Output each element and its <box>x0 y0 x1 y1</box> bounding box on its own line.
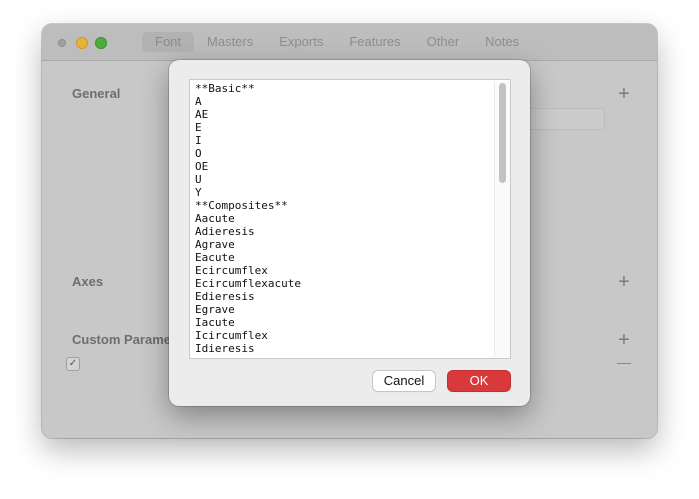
custom-parameters-add-icon[interactable]: + <box>616 330 632 350</box>
list-item: OE <box>195 160 209 173</box>
custom-parameters-section-label: Custom Parame <box>72 332 171 347</box>
list-item: **Basic** <box>195 82 255 95</box>
glyph-list-textarea[interactable]: **Basic** A AE E I O OE U Y **Composites… <box>189 79 511 359</box>
tab-exports[interactable]: Exports <box>266 32 336 52</box>
list-item: O <box>195 147 202 160</box>
axes-section-label: Axes <box>72 274 104 289</box>
general-add-icon[interactable]: + <box>616 84 632 104</box>
list-item: Icircumflex <box>195 329 268 342</box>
zoom-window-button[interactable] <box>95 37 107 49</box>
tab-other[interactable]: Other <box>414 32 473 52</box>
list-item: AE <box>195 108 209 121</box>
list-item: Agrave <box>195 238 235 251</box>
custom-parameters-remove-icon[interactable] <box>616 363 632 365</box>
tab-features[interactable]: Features <box>336 32 413 52</box>
list-item: Idieresis <box>195 342 255 355</box>
list-item: Aacute <box>195 212 235 225</box>
screen: Font Masters Exports Features Other Note… <box>0 0 699 499</box>
general-field[interactable] <box>530 108 605 130</box>
list-item: Edieresis <box>195 290 255 303</box>
title-bar: Font Masters Exports Features Other Note… <box>42 24 657 61</box>
tab-notes[interactable]: Notes <box>472 32 532 52</box>
glyph-list-dialog: **Basic** A AE E I O OE U Y **Composites… <box>169 60 530 406</box>
close-window-button[interactable] <box>58 39 66 47</box>
tab-font[interactable]: Font <box>142 32 195 52</box>
tab-bar: Font Masters Exports Features Other Note… <box>142 32 532 54</box>
list-item: Egrave <box>195 303 235 316</box>
list-item: A <box>195 95 202 108</box>
list-item: **Composites** <box>195 199 288 212</box>
list-item: I <box>195 134 202 147</box>
scrollbar-thumb[interactable] <box>499 83 506 183</box>
list-item: Eacute <box>195 251 235 264</box>
list-item: Ecircumflex <box>195 264 268 277</box>
custom-parameter-checkbox[interactable]: ✓ <box>66 357 80 371</box>
list-item: U <box>195 173 202 186</box>
vertical-scrollbar[interactable] <box>494 81 510 357</box>
tab-masters[interactable]: Masters <box>194 32 266 52</box>
cancel-button[interactable]: Cancel <box>373 371 435 391</box>
minimize-window-button[interactable] <box>76 37 88 49</box>
list-item: Iacute <box>195 316 235 329</box>
general-section-label: General <box>72 86 121 101</box>
list-item: Y <box>195 186 202 199</box>
glyph-list: **Basic** A AE E I O OE U Y **Composites… <box>195 82 301 355</box>
list-item: E <box>195 121 202 134</box>
axes-add-icon[interactable]: + <box>616 272 632 292</box>
ok-button[interactable]: OK <box>448 371 510 391</box>
list-item: Adieresis <box>195 225 255 238</box>
list-item: Ecircumflexacute <box>195 277 301 290</box>
